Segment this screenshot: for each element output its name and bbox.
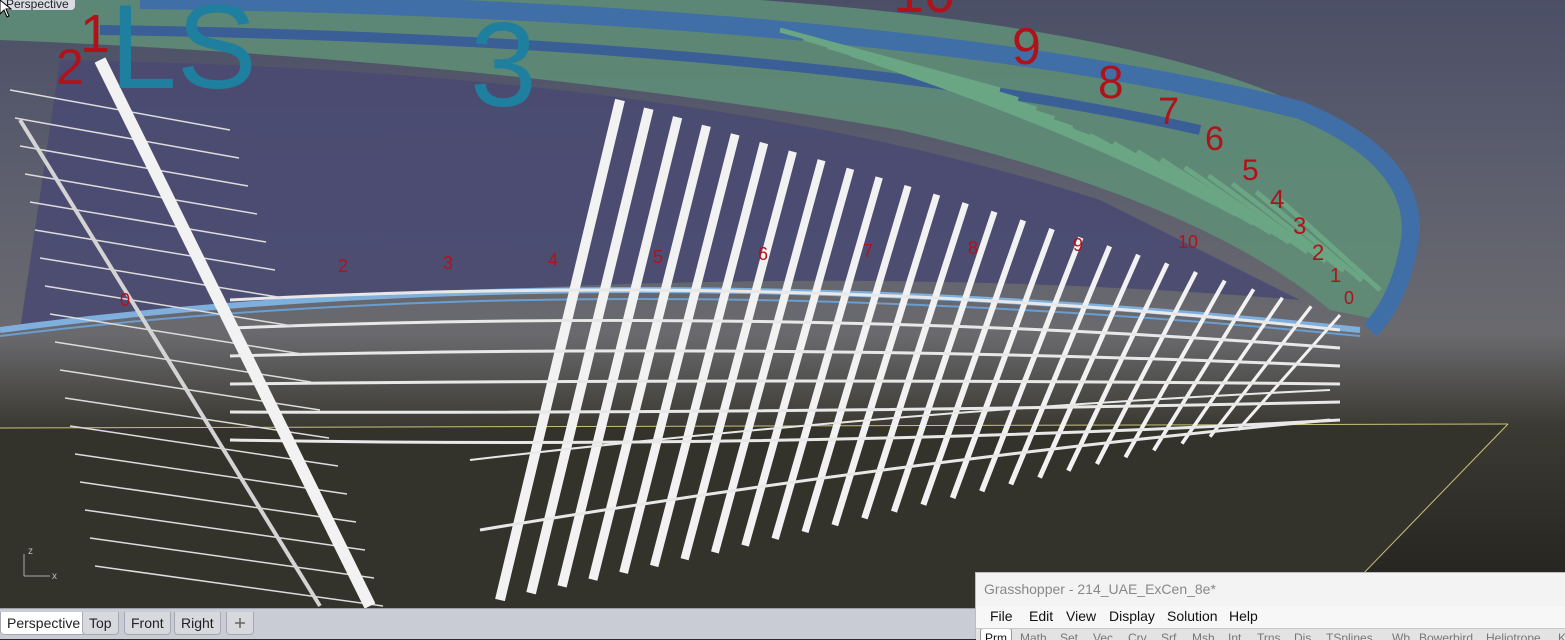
grasshopper-window: Grasshopper - 214_UAE_ExCen_8e* File Edi…	[975, 572, 1565, 640]
ribbon-tab-prm[interactable]: Prm	[980, 629, 1012, 640]
lower-ring-number: 7	[863, 241, 873, 261]
ribbon-tab-set[interactable]: Set	[1060, 629, 1078, 640]
ribbon-tab-dis[interactable]: Dis	[1294, 629, 1311, 640]
lower-ring-number: 4	[548, 250, 558, 270]
menu-help[interactable]: Help	[1229, 608, 1258, 624]
lower-ring-number: 8	[968, 238, 978, 258]
left-truss-member	[49, 313, 303, 355]
ribbon-tab-heliotrope[interactable]: Heliotrope	[1486, 629, 1541, 640]
left-truss-member	[59, 369, 321, 411]
ribbon-tab-wb[interactable]: Wb	[1392, 629, 1410, 640]
menu-solution[interactable]: Solution	[1167, 608, 1218, 624]
column-member	[1236, 314, 1342, 431]
upper-ring-number: 0	[1344, 288, 1354, 308]
ribbon-tab-crv[interactable]: Crv	[1128, 629, 1147, 640]
ribbon-tab-trns[interactable]: Trns	[1257, 629, 1281, 640]
rhino-viewport[interactable]: LS31098765432101223456789100 Perspective…	[0, 0, 1565, 608]
mouse-cursor-icon	[0, 0, 12, 18]
lower-ring-number: 6	[758, 244, 768, 264]
left-number: 2	[56, 39, 84, 95]
ribbon-tab-math[interactable]: Math	[1020, 629, 1047, 640]
ribbon-tab-vec[interactable]: Vec	[1093, 629, 1113, 640]
ribbon-tab-k[interactable]: K	[1558, 629, 1565, 640]
annotation-3: 3	[470, 0, 537, 132]
upper-ring-number: 4	[1270, 184, 1284, 214]
menu-display[interactable]: Display	[1109, 608, 1155, 624]
menu-view[interactable]: View	[1066, 608, 1096, 624]
axis-x-label: x	[52, 571, 57, 582]
tab-right[interactable]: Right	[174, 612, 221, 635]
grasshopper-title: Grasshopper - 214_UAE_ExCen_8e*	[984, 581, 1216, 597]
tab-perspective[interactable]: Perspective	[0, 612, 88, 635]
tab-top[interactable]: Top	[82, 612, 119, 635]
lower-ring-number: 9	[1073, 235, 1083, 255]
upper-ring-number: 10	[893, 0, 955, 24]
lower-ring-number: 0	[120, 290, 130, 310]
axis-gizmo: z x	[16, 544, 66, 584]
left-truss-member	[54, 341, 312, 383]
upper-ring-number: 8	[1098, 56, 1124, 108]
axis-z-label: z	[28, 546, 33, 557]
upper-ring-number: 9	[1012, 18, 1041, 76]
grasshopper-menubar: File Edit View Display Solution Help	[976, 606, 1565, 628]
menu-edit[interactable]: Edit	[1029, 608, 1053, 624]
horizontal-ring	[229, 349, 1341, 368]
ribbon-tab-int[interactable]: Int	[1228, 629, 1241, 640]
upper-ring-number: 6	[1205, 120, 1224, 158]
lower-ring-number: 3	[443, 253, 453, 273]
left-number: 1	[80, 4, 110, 64]
grasshopper-ribbon-tabs: Prm Math Set Vec Crv Srf Msh Int Trns Di…	[976, 628, 1565, 640]
upper-ring-number: 3	[1293, 213, 1306, 240]
structure-scene: LS31098765432101223456789100	[0, 0, 1509, 608]
plus-icon[interactable]	[226, 612, 254, 635]
lower-ring-number: 5	[653, 247, 663, 267]
ribbon-tab-srf[interactable]: Srf	[1161, 629, 1176, 640]
upper-ring-number: 1	[1330, 265, 1341, 287]
upper-ring-number: 7	[1158, 91, 1179, 133]
horizontal-ring	[229, 318, 1341, 350]
menu-file[interactable]: File	[990, 608, 1013, 624]
lower-ring-number: 2	[338, 256, 348, 276]
upper-ring-number: 2	[1312, 240, 1324, 265]
ribbon-tab-bowerbird[interactable]: Bowerbird	[1419, 629, 1473, 640]
lower-ring-number: 10	[1178, 232, 1198, 252]
ribbon-tab-msh[interactable]: Msh	[1192, 629, 1215, 640]
horizontal-ring	[229, 379, 1341, 386]
ribbon-tab-tsplines[interactable]: TSplines	[1326, 629, 1373, 640]
annotation-ls: LS	[110, 0, 257, 114]
tab-front[interactable]: Front	[124, 612, 171, 635]
upper-ring-number: 5	[1242, 154, 1259, 187]
